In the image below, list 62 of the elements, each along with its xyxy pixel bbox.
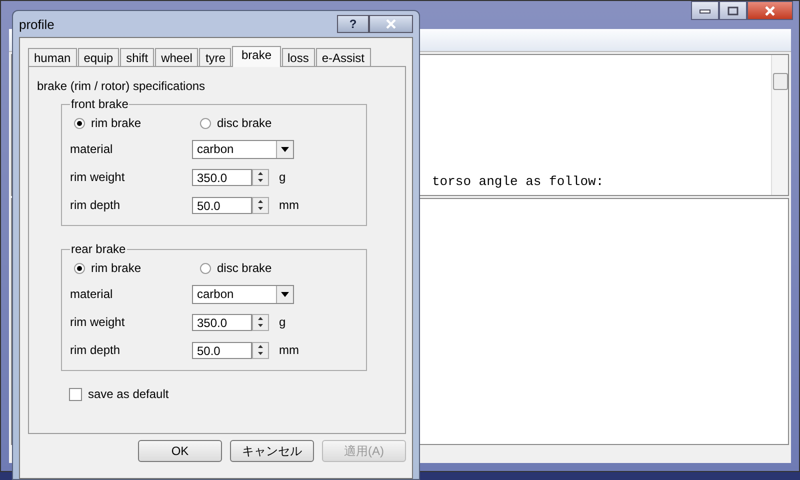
- help-button[interactable]: ?: [337, 15, 369, 33]
- dialog-button[interactable]: キャンセル: [230, 440, 314, 462]
- dropdown-icon: [281, 292, 289, 296]
- number-field[interactable]: 50.0: [192, 196, 252, 214]
- spin-buttons[interactable]: [252, 168, 269, 186]
- radio-option[interactable]: disc brake: [200, 261, 322, 275]
- radio-label: disc brake: [217, 261, 272, 275]
- save-default-checkbox[interactable]: save as default: [69, 387, 397, 401]
- radio-label: rim brake: [91, 116, 142, 130]
- checkbox-icon[interactable]: [69, 388, 82, 400]
- maximize-button[interactable]: [719, 1, 747, 20]
- minimize-button[interactable]: [691, 1, 719, 20]
- tab[interactable]: equip: [78, 48, 120, 66]
- tab[interactable]: brake: [232, 46, 280, 67]
- material-dropdown[interactable]: carbon: [192, 284, 294, 304]
- section-heading: brake (rim / rotor) specifications: [37, 79, 206, 93]
- radio-icon[interactable]: [200, 262, 211, 274]
- unit-label: g: [279, 315, 286, 329]
- radio-label: rim brake: [91, 261, 142, 275]
- field-label: material: [70, 287, 114, 301]
- radio-option[interactable]: rim brake: [74, 116, 196, 130]
- tab[interactable]: e-Assist: [316, 48, 371, 66]
- number-field[interactable]: 350.0: [192, 314, 252, 330]
- spin-buttons[interactable]: [252, 196, 269, 214]
- radio-icon[interactable]: [200, 118, 211, 128]
- radio-icon[interactable]: [74, 262, 85, 274]
- window-title: profile: [19, 16, 54, 32]
- maximize-icon: [727, 6, 739, 16]
- tab[interactable]: loss: [282, 48, 315, 66]
- radio-icon[interactable]: [74, 118, 85, 128]
- field-label: rim weight: [70, 315, 126, 329]
- checkbox-label: save as default: [88, 387, 169, 401]
- unit-label: mm: [279, 198, 299, 212]
- spin-buttons[interactable]: [252, 314, 269, 330]
- minimize-icon: [699, 8, 711, 14]
- tab[interactable]: wheel: [155, 48, 198, 66]
- field-label: rim depth: [70, 343, 122, 357]
- group-title: front brake: [70, 97, 130, 111]
- spin-buttons[interactable]: [252, 342, 269, 358]
- dropdown-icon: [281, 146, 289, 152]
- close-button[interactable]: [747, 1, 793, 20]
- radio-option[interactable]: disc brake: [200, 116, 322, 130]
- number-field[interactable]: 50.0: [192, 342, 252, 358]
- unit-label: mm: [279, 343, 299, 357]
- scroll-bar[interactable]: [771, 55, 788, 195]
- unit-label: g: [279, 170, 286, 184]
- radio-option[interactable]: rim brake: [74, 261, 196, 275]
- group-title: rear brake: [70, 242, 127, 256]
- close-button[interactable]: [369, 15, 413, 33]
- field-label: material: [70, 142, 114, 156]
- dialog-button[interactable]: OK: [138, 440, 222, 462]
- close-icon: [385, 19, 397, 29]
- number-field[interactable]: 350.0: [192, 168, 252, 186]
- radio-label: disc brake: [217, 116, 272, 130]
- field-label: rim weight: [70, 170, 126, 184]
- tab[interactable]: shift: [120, 48, 154, 66]
- close-icon: [763, 6, 777, 16]
- field-label: rim depth: [70, 198, 122, 212]
- tab[interactable]: tyre: [199, 48, 232, 66]
- output-text: torso angle as follow:: [432, 174, 604, 189]
- tab[interactable]: human: [28, 48, 77, 66]
- material-dropdown[interactable]: carbon: [192, 140, 294, 158]
